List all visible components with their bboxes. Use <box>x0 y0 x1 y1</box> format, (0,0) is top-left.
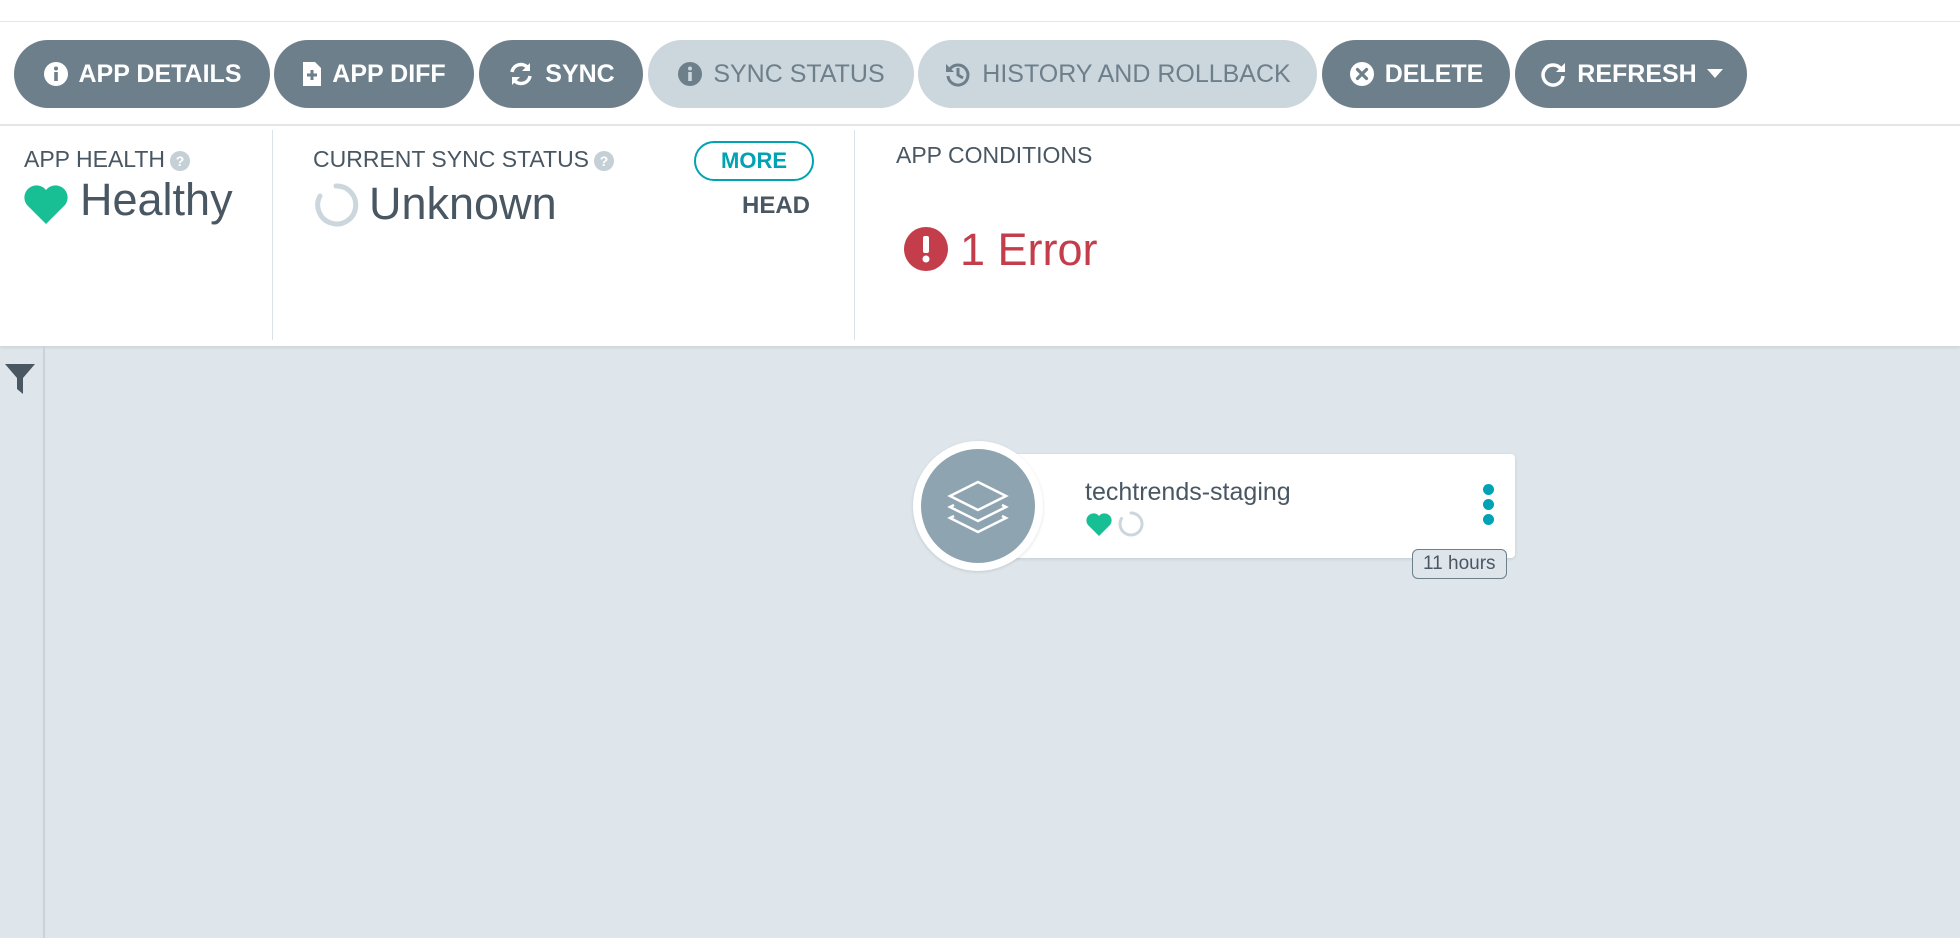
app-diff-label: APP DIFF <box>332 59 446 88</box>
app-health-heading: APP HEALTH? <box>24 146 191 173</box>
info-icon <box>43 62 68 86</box>
history-icon <box>946 63 970 87</box>
refresh-button[interactable]: REFRESH <box>1515 40 1747 108</box>
question-icon[interactable]: ? <box>593 150 615 172</box>
refresh-icon <box>1541 63 1566 87</box>
toolbar: APP DETAILS APP DIFF SYNC SYNC STATUS HI… <box>0 22 1960 125</box>
refresh-label: REFRESH <box>1577 59 1697 88</box>
file-diff-icon <box>303 62 322 86</box>
sync-status-value: Unknown <box>369 178 557 229</box>
filter-icon[interactable] <box>4 362 36 396</box>
node-age-badge: 11 hours <box>1412 549 1507 579</box>
sync-icon <box>510 62 532 86</box>
sync-status-label: SYNC STATUS <box>713 59 885 88</box>
node-icon-circle <box>913 441 1043 571</box>
heart-icon <box>1086 513 1112 536</box>
delete-button[interactable]: DELETE <box>1322 40 1510 108</box>
status-divider <box>854 130 855 340</box>
top-strip <box>0 0 1960 22</box>
filter-sidebar <box>0 346 45 938</box>
question-icon[interactable]: ? <box>169 150 191 172</box>
sync-button[interactable]: SYNC <box>479 40 643 108</box>
history-rollback-button[interactable]: HISTORY AND ROLLBACK <box>918 40 1317 108</box>
sync-status-button[interactable]: SYNC STATUS <box>648 40 914 108</box>
app-conditions-value[interactable]: 1 Error <box>960 224 1098 276</box>
status-panel: APP HEALTH? Healthy CURRENT SYNC STATUS?… <box>0 126 1960 346</box>
status-divider <box>272 130 273 340</box>
info-icon <box>678 62 703 86</box>
revision-label: HEAD <box>742 192 811 219</box>
app-diff-button[interactable]: APP DIFF <box>274 40 474 108</box>
layers-icon <box>947 480 1009 534</box>
app-details-button[interactable]: APP DETAILS <box>14 40 270 108</box>
kebab-menu-icon[interactable] <box>1481 484 1495 528</box>
more-button[interactable]: MORE <box>694 141 814 181</box>
circle-notch-icon <box>1118 511 1144 537</box>
app-conditions-label: APP CONDITIONS <box>896 142 1093 168</box>
caret-down-icon <box>1706 69 1723 78</box>
app-details-label: APP DETAILS <box>78 59 242 88</box>
sync-status-heading: CURRENT SYNC STATUS? <box>313 146 615 173</box>
delete-icon <box>1349 62 1374 86</box>
sync-label: SYNC <box>545 59 615 88</box>
resource-node-card[interactable]: techtrends-staging <box>1005 454 1515 558</box>
node-name: techtrends-staging <box>1085 478 1291 506</box>
circle-notch-icon <box>315 183 359 227</box>
history-rollback-label: HISTORY AND ROLLBACK <box>982 59 1291 88</box>
delete-label: DELETE <box>1384 59 1484 88</box>
node-status-icons <box>1085 510 1145 538</box>
heart-icon <box>24 185 68 224</box>
svg-text:?: ? <box>600 153 609 169</box>
sync-status-label: CURRENT SYNC STATUS <box>313 146 590 172</box>
error-icon[interactable] <box>903 226 949 272</box>
app-health-label: APP HEALTH <box>24 146 166 172</box>
svg-text:?: ? <box>176 153 185 169</box>
app-health-value: Healthy <box>80 174 233 225</box>
